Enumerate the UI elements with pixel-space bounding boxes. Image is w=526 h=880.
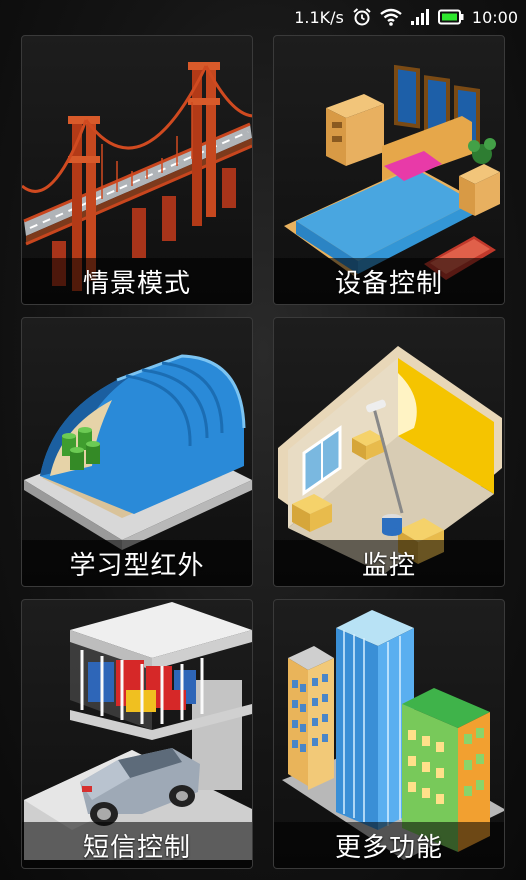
signal-icon	[410, 8, 430, 26]
tile-label-bar: 更多功能	[274, 822, 504, 868]
tile-learning-ir[interactable]: 学习型红外	[21, 317, 253, 587]
clock-time: 10:00	[471, 7, 518, 27]
tile-label: 设备控制	[334, 268, 443, 299]
tile-label-bar: 监控	[274, 540, 504, 586]
tile-label: 短信控制	[82, 832, 191, 863]
tile-label-bar: 短信控制	[22, 822, 252, 868]
tile-label: 更多功能	[334, 832, 443, 863]
tile-label-bar: 设备控制	[274, 258, 504, 304]
feature-grid: 情景模式 设备控制 学习型红外 监控 短信控制 更多功能	[20, 34, 506, 870]
alarm-icon	[352, 7, 372, 27]
tile-more-features[interactable]: 更多功能	[273, 599, 505, 869]
tile-scene-mode[interactable]: 情景模式	[21, 35, 253, 305]
tile-label: 情景模式	[82, 268, 191, 299]
tile-label: 学习型红外	[69, 550, 205, 581]
tile-monitoring[interactable]: 监控	[273, 317, 505, 587]
battery-icon	[437, 9, 464, 25]
wifi-icon	[380, 8, 402, 26]
tile-label: 监控	[361, 550, 416, 581]
tile-sms-control[interactable]: 短信控制	[21, 599, 253, 869]
net-speed: 1.1K/s	[294, 7, 344, 27]
tile-label-bar: 学习型红外	[22, 540, 252, 586]
status-bar: 1.1K/s 10:00	[0, 0, 526, 34]
tile-label-bar: 情景模式	[22, 258, 252, 304]
tile-device-control[interactable]: 设备控制	[273, 35, 505, 305]
